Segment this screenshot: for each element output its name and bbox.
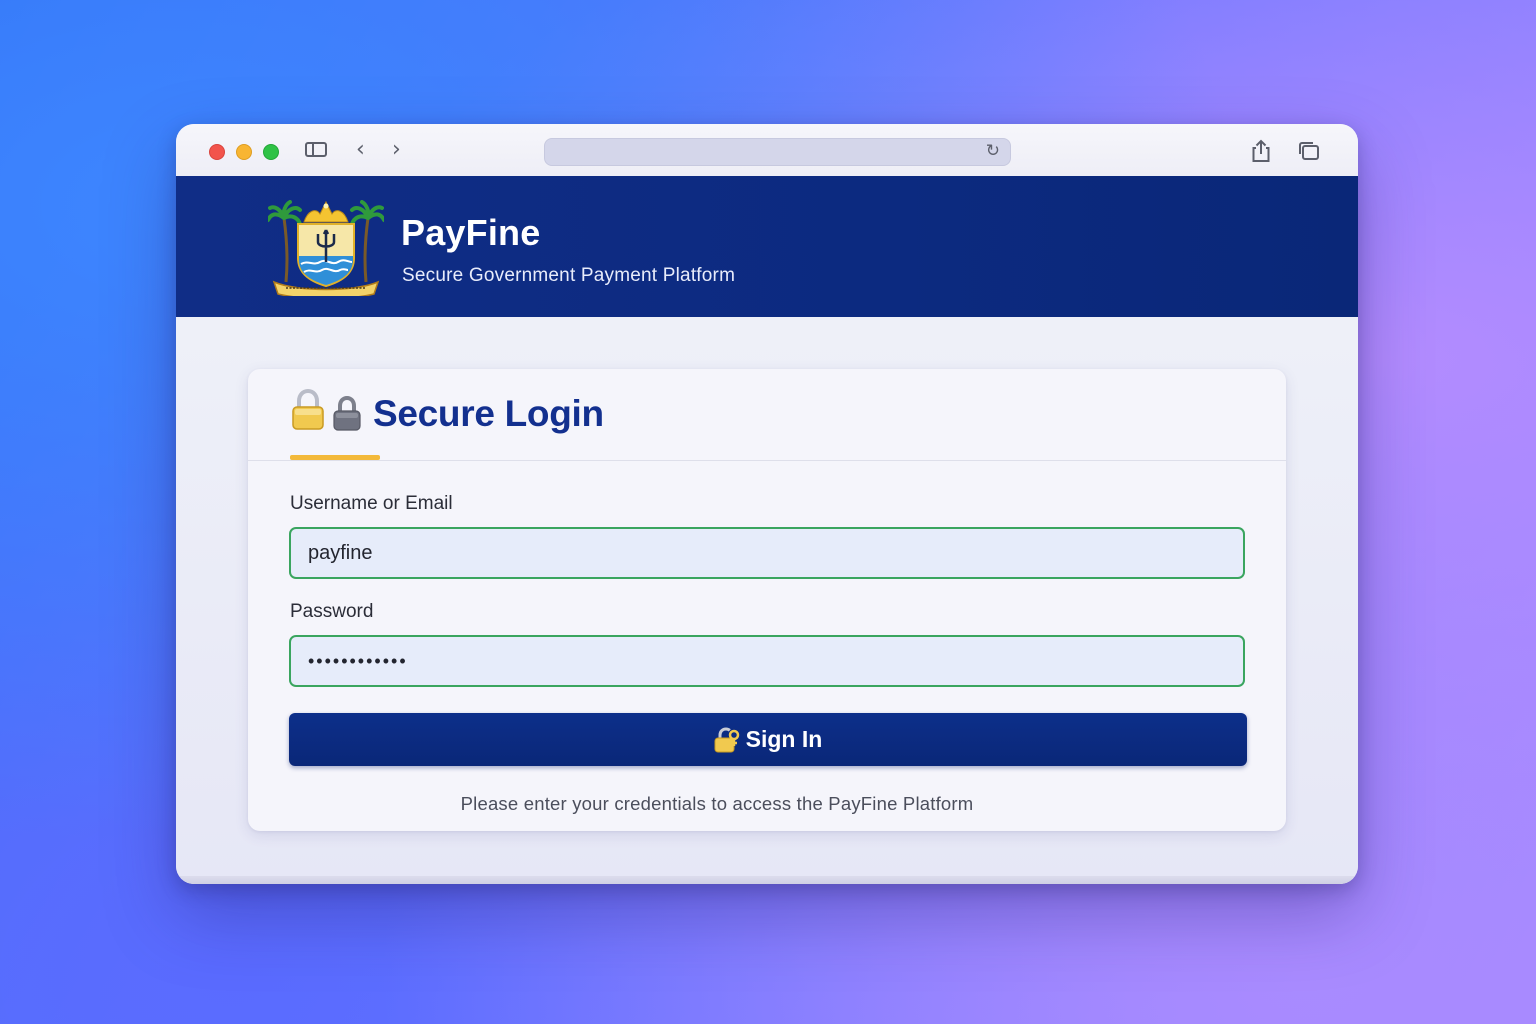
login-title: Secure Login xyxy=(373,393,604,434)
share-icon[interactable] xyxy=(1250,139,1272,163)
password-label: Password xyxy=(290,601,374,622)
coat-of-arms-logo xyxy=(268,200,384,296)
browser-toolbar: ‹ › ↻ xyxy=(176,124,1358,177)
gold-lock-icon xyxy=(292,389,324,430)
app-subtitle: Secure Government Payment Platform xyxy=(402,265,736,286)
lock-icon xyxy=(333,396,361,431)
address-bar[interactable]: ↻ xyxy=(544,138,1011,166)
login-help-text: Please enter your credentials to access … xyxy=(460,793,974,814)
back-icon[interactable]: ‹ xyxy=(356,137,365,162)
app-title: PayFine xyxy=(401,212,541,253)
title-accent-underline xyxy=(290,455,380,460)
key-lock-icon xyxy=(714,726,739,752)
minimize-window-button[interactable] xyxy=(236,144,252,160)
sign-in-button[interactable]: Sign In xyxy=(289,713,1247,766)
sign-in-label: Sign In xyxy=(745,726,823,752)
login-card-header: Secure Login xyxy=(248,369,1286,461)
username-label: Username or Email xyxy=(290,493,453,514)
login-card: Secure Login Username or Email Password … xyxy=(248,369,1286,831)
zoom-window-button[interactable] xyxy=(263,144,279,160)
reload-icon[interactable]: ↻ xyxy=(986,141,1000,161)
password-input[interactable]: •••••••••••• xyxy=(289,635,1245,687)
window-bottom-edge xyxy=(176,876,1358,884)
forward-icon[interactable]: › xyxy=(392,137,401,162)
tab-overview-icon[interactable] xyxy=(1298,141,1320,161)
app-header: PayFine Secure Government Payment Platfo… xyxy=(176,176,1358,317)
close-window-button[interactable] xyxy=(209,144,225,160)
main-content: Secure Login Username or Email Password … xyxy=(176,317,1358,884)
username-input[interactable] xyxy=(289,527,1245,579)
browser-window: ‹ › ↻ PayFine Secure Government Payment … xyxy=(176,124,1358,884)
sidebar-toggle-icon[interactable] xyxy=(305,142,327,157)
